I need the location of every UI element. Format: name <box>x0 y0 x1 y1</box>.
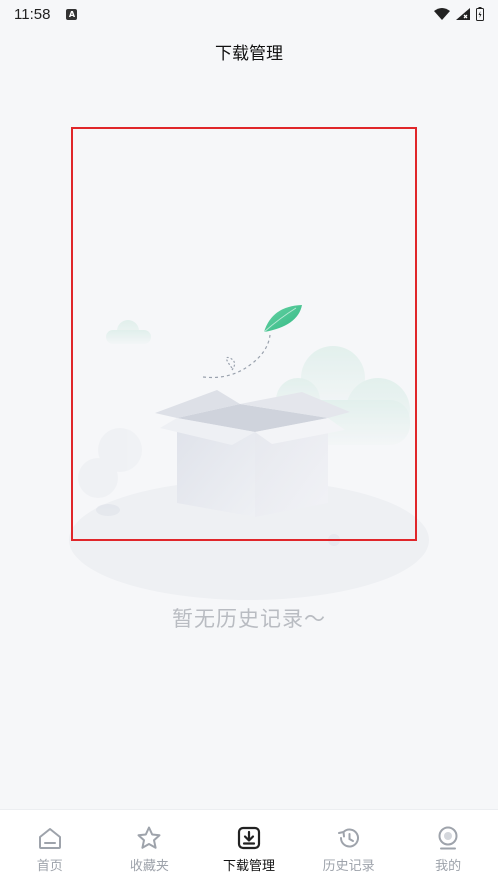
profile-icon <box>438 826 458 850</box>
tab-download-manager-label: 下载管理 <box>222 859 275 874</box>
empty-state-message: 暂无历史记录～ <box>172 607 326 631</box>
empty-state-highlight <box>71 127 417 541</box>
download-icon <box>237 826 261 850</box>
star-icon <box>137 826 161 849</box>
home-icon <box>38 828 61 849</box>
tab-profile[interactable]: 我的 <box>398 810 498 885</box>
tab-favorites[interactable]: 收藏夹 <box>100 810 200 885</box>
tab-history[interactable]: 历史记录 <box>299 810 399 885</box>
tab-favorites-label: 收藏夹 <box>129 859 169 874</box>
tab-history-label: 历史记录 <box>322 859 375 874</box>
tab-home[interactable]: 首页 <box>0 810 100 885</box>
history-icon <box>337 828 359 848</box>
tab-profile-label: 我的 <box>435 859 462 874</box>
tab-download-manager[interactable]: 下载管理 <box>199 810 299 885</box>
tab-home-label: 首页 <box>36 859 63 874</box>
bottom-tabbar: 首页 收藏夹 下载管理 历史记录 我的 <box>0 809 498 885</box>
